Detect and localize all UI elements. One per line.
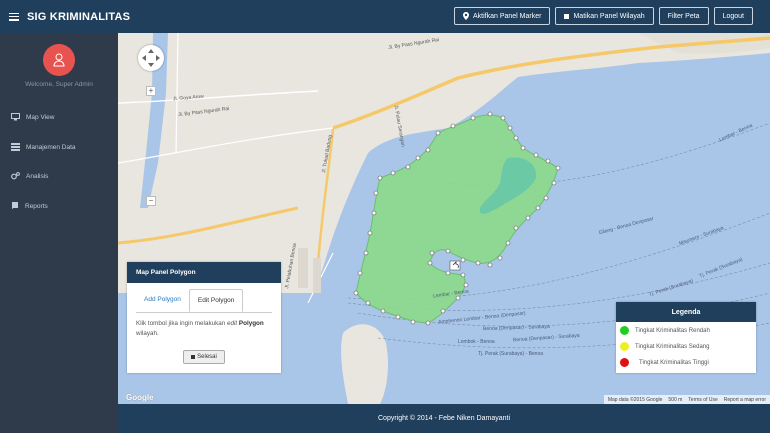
done-button[interactable]: Selesai bbox=[183, 350, 225, 364]
footer: Copyright © 2014 - Febe Niken Damayanti bbox=[118, 404, 770, 433]
top-navbar: SIG KRIMINALITAS Aktifkan Panel Marker M… bbox=[0, 0, 770, 33]
book-icon bbox=[12, 202, 18, 209]
harbor-pier-1 bbox=[298, 248, 308, 288]
enable-marker-panel-label: Aktifkan Panel Marker bbox=[472, 12, 542, 20]
tab-edit-polygon[interactable]: Edit Polygon bbox=[188, 289, 244, 312]
user-icon bbox=[53, 53, 65, 67]
polygon-panel-tabs: Add Polygon Edit Polygon bbox=[136, 289, 244, 312]
sidebar-item-manajemen-data[interactable]: Manajemen Data bbox=[11, 143, 76, 151]
pan-arrows-icon bbox=[142, 49, 160, 67]
hamburger-icon[interactable] bbox=[9, 12, 19, 21]
polygon-panel: Map Panel Polygon Add Polygon Edit Polyg… bbox=[127, 262, 281, 373]
land-south bbox=[341, 324, 388, 404]
legend-swatch-red bbox=[620, 358, 629, 367]
report-error-link[interactable]: Report a map error bbox=[724, 397, 766, 403]
legend-swatch-green bbox=[620, 326, 629, 335]
legend-label: Tingkat Kriminalitas Tinggi bbox=[639, 359, 709, 366]
gears-icon bbox=[11, 172, 20, 180]
zoom-in-button[interactable]: + bbox=[146, 86, 156, 96]
legend-label: Tingkat Kriminalitas Sedang bbox=[635, 343, 710, 350]
route-label: Lombok - Benoa bbox=[458, 339, 495, 345]
filter-map-button[interactable]: Filter Peta bbox=[658, 7, 709, 25]
sidebar-item-label: Reports bbox=[25, 202, 48, 210]
google-logo: Google bbox=[126, 393, 154, 402]
legend-panel: Legenda Tingkat Kriminalitas Rendah Ting… bbox=[616, 302, 756, 373]
tab-divider bbox=[136, 312, 272, 313]
polygon-panel-title: Map Panel Polygon bbox=[127, 262, 281, 283]
done-button-label: Selesai bbox=[197, 354, 217, 360]
map-marker-icon bbox=[462, 12, 469, 20]
disable-region-panel-label: Matikan Panel Wilayah bbox=[573, 12, 645, 20]
legend-swatch-yellow bbox=[620, 342, 629, 351]
legend-title: Legenda bbox=[616, 302, 756, 322]
legend-item-low: Tingkat Kriminalitas Rendah bbox=[620, 326, 710, 335]
sidebar-item-reports[interactable]: Reports bbox=[11, 202, 48, 210]
enable-marker-panel-button[interactable]: Aktifkan Panel Marker bbox=[453, 7, 551, 25]
terms-link[interactable]: Terms of Use bbox=[688, 397, 717, 403]
map-scale: 500 m bbox=[668, 396, 683, 403]
polygon-panel-instructions: Klik tombol jika ingin melakukan edit Po… bbox=[136, 320, 264, 337]
logout-label: Logout bbox=[722, 12, 744, 20]
map-canvas[interactable]: Jl. By Pass Ngurah Rai Jl. By Pass Ngura… bbox=[118, 33, 770, 404]
monitor-icon bbox=[11, 113, 20, 121]
list-icon bbox=[11, 143, 20, 151]
app-title: SIG KRIMINALITAS bbox=[27, 10, 131, 23]
filter-map-label: Filter Peta bbox=[667, 12, 700, 20]
tab-add-polygon[interactable]: Add Polygon bbox=[136, 289, 189, 312]
welcome-text: Welcome, Super Admin bbox=[25, 81, 93, 88]
zoom-out-button[interactable]: − bbox=[146, 196, 156, 206]
avatar bbox=[43, 44, 75, 76]
sidebar: Welcome, Super Admin Map View Manajemen … bbox=[0, 33, 118, 433]
legend-item-medium: Tingkat Kriminalitas Sedang bbox=[620, 342, 709, 351]
disable-region-panel-button[interactable]: Matikan Panel Wilayah bbox=[555, 7, 654, 25]
header-buttons: Aktifkan Panel Marker Matikan Panel Wila… bbox=[453, 7, 753, 25]
legend-label: Tingkat Kriminalitas Rendah bbox=[635, 327, 710, 334]
route-label: Tj. Perak (Surabaya) - Benoa bbox=[478, 351, 544, 357]
stop-icon bbox=[564, 13, 570, 19]
legend-item-high: Tingkat Kriminalitas Tinggi bbox=[620, 358, 709, 367]
sidebar-item-label: Analisis bbox=[26, 172, 49, 180]
copyright-text: Copyright © 2014 - Febe Niken Damayanti bbox=[378, 415, 510, 422]
sidebar-item-label: Manajemen Data bbox=[26, 143, 76, 151]
map-attribution: Map data ©2015 Google 500 m Terms of Use… bbox=[603, 395, 770, 404]
sidebar-item-label: Map View bbox=[26, 113, 55, 121]
pan-control[interactable] bbox=[138, 45, 164, 71]
sidebar-item-analisis[interactable]: Analisis bbox=[11, 172, 48, 180]
sidebar-item-map-view[interactable]: Map View bbox=[11, 113, 54, 121]
stop-icon bbox=[191, 355, 196, 359]
map-data-credit: Map data ©2015 Google bbox=[607, 396, 663, 403]
harbor-pier-2 bbox=[313, 258, 321, 293]
logout-button[interactable]: Logout bbox=[713, 7, 753, 25]
